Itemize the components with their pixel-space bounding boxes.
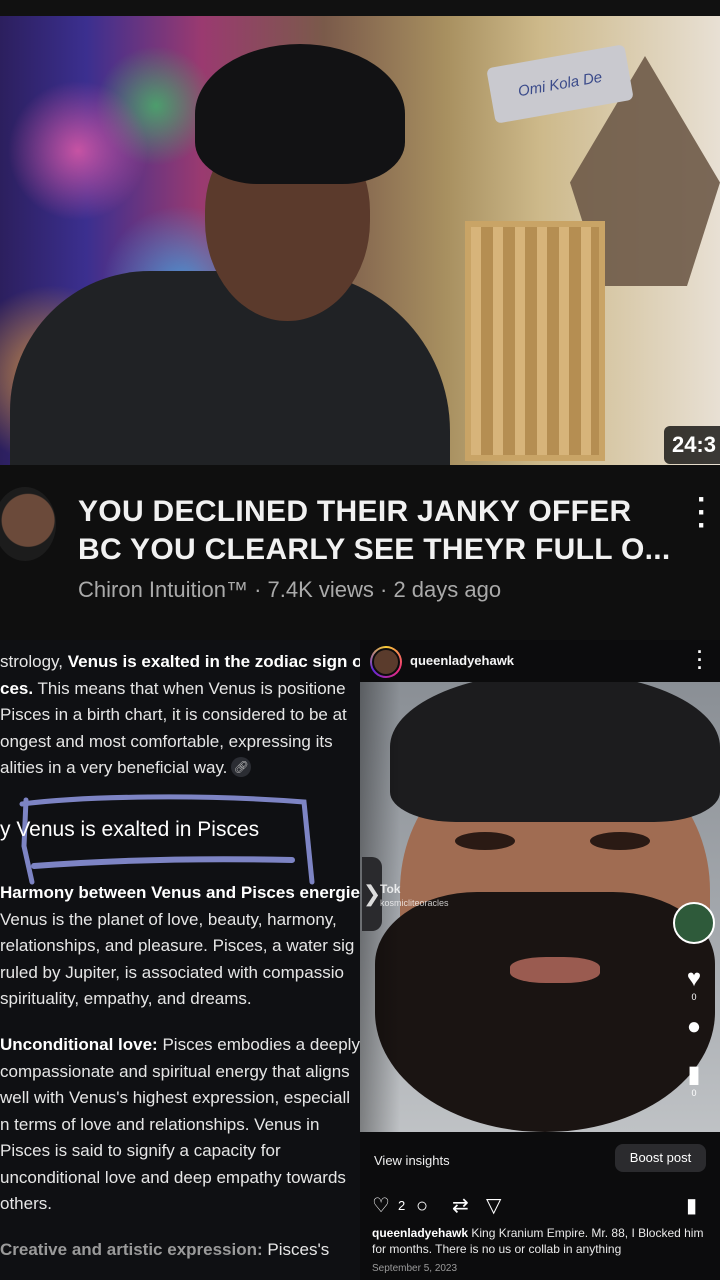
instagram-post: queenladyehawk · · · ❯ Tok kosmicliteoracl… bbox=[360, 640, 720, 1280]
more-vertical-icon[interactable]: · · · bbox=[690, 485, 714, 541]
video-meta: Chiron Intuition™ · 7.4K views · 2 days … bbox=[78, 577, 502, 602]
video-title-line-2: BC YOU CLEARLY SEE THEYR FULL O... bbox=[78, 533, 671, 566]
chevron-right-icon[interactable]: ❯ bbox=[362, 857, 382, 931]
top-status-bar bbox=[0, 0, 720, 16]
heart-icon[interactable]: ♡ bbox=[372, 1194, 390, 1218]
video-title[interactable]: YOU DECLINED THEIR JANKY OFFER BC YOU CL… bbox=[78, 493, 678, 569]
post-date: September 5, 2023 bbox=[372, 1263, 458, 1274]
video-thumbnail[interactable]: Omi Kola De 24:3 bbox=[0, 16, 720, 465]
man-cap bbox=[390, 682, 720, 822]
article-paragraph-4: Creative and artistic expression: Pisces… bbox=[0, 1240, 330, 1259]
man-beard bbox=[375, 892, 715, 1132]
caption-username[interactable]: queenladyehawk bbox=[372, 1226, 468, 1240]
post-caption: queenladyehawk King Kranium Empire. Mr. … bbox=[372, 1225, 712, 1257]
tiktok-handle: kosmicliteoracles bbox=[380, 898, 449, 908]
bookmark-icon[interactable]: ▮ bbox=[670, 1062, 718, 1088]
boost-post-button[interactable]: Boost post bbox=[615, 1144, 706, 1172]
channel-avatar[interactable] bbox=[0, 487, 56, 561]
comment-icon[interactable]: ● bbox=[670, 1014, 718, 1040]
post-username[interactable]: queenladyehawk bbox=[410, 653, 514, 668]
man-mouth bbox=[510, 957, 600, 983]
left-eye bbox=[455, 832, 515, 850]
article-paragraph-1: strology, Venus is exalted in the zodiac… bbox=[0, 652, 360, 777]
video-duration-badge: 24:3 bbox=[663, 426, 720, 464]
head-wrap bbox=[195, 44, 405, 184]
creator-disc[interactable] bbox=[673, 902, 715, 944]
bookmark-icon[interactable]: ▮ bbox=[686, 1194, 697, 1218]
like-count: 2 bbox=[398, 1198, 406, 1213]
post-image[interactable]: ❯ Tok kosmicliteoracles ♥ 0 ● ▮ 0 bbox=[360, 682, 720, 1132]
article-paragraph-2: Harmony between Venus and Pisces energie… bbox=[0, 883, 360, 1008]
post-header: queenladyehawk · · · bbox=[360, 640, 720, 682]
heart-icon[interactable]: ♥ bbox=[670, 966, 718, 992]
article-heading: y Venus is exalted in Pisces bbox=[0, 818, 260, 841]
person-shirt bbox=[10, 271, 450, 465]
video-side-actions: ♥ 0 ● ▮ 0 bbox=[670, 902, 718, 1110]
more-vertical-icon[interactable]: · · · bbox=[690, 643, 710, 677]
video-title-line-1: YOU DECLINED THEIR JANKY OFFER bbox=[78, 495, 632, 528]
post-actions: ♡ 2 ○ ⇄ ▽ ▮ bbox=[360, 1192, 720, 1222]
article-panel: strology, Venus is exalted in the zodiac… bbox=[0, 640, 360, 1280]
insights-bar: View insights Boost post bbox=[360, 1138, 720, 1182]
wooden-shelf bbox=[465, 221, 605, 461]
tiktok-watermark: Tok bbox=[380, 882, 401, 896]
name-sign: Omi Kola De bbox=[486, 44, 634, 124]
article-paragraph-3: Unconditional love: Pisces embodies a de… bbox=[0, 1035, 360, 1213]
view-insights-link[interactable]: View insights bbox=[374, 1153, 450, 1168]
share-icon[interactable]: ▽ bbox=[486, 1194, 501, 1218]
repost-icon[interactable]: ⇄ bbox=[452, 1194, 469, 1218]
comment-icon[interactable]: ○ bbox=[416, 1194, 428, 1218]
right-eye bbox=[590, 832, 650, 850]
profile-avatar[interactable] bbox=[370, 646, 402, 678]
video-info: YOU DECLINED THEIR JANKY OFFER BC YOU CL… bbox=[0, 465, 720, 640]
link-icon[interactable]: 🔗︎ bbox=[231, 757, 252, 777]
